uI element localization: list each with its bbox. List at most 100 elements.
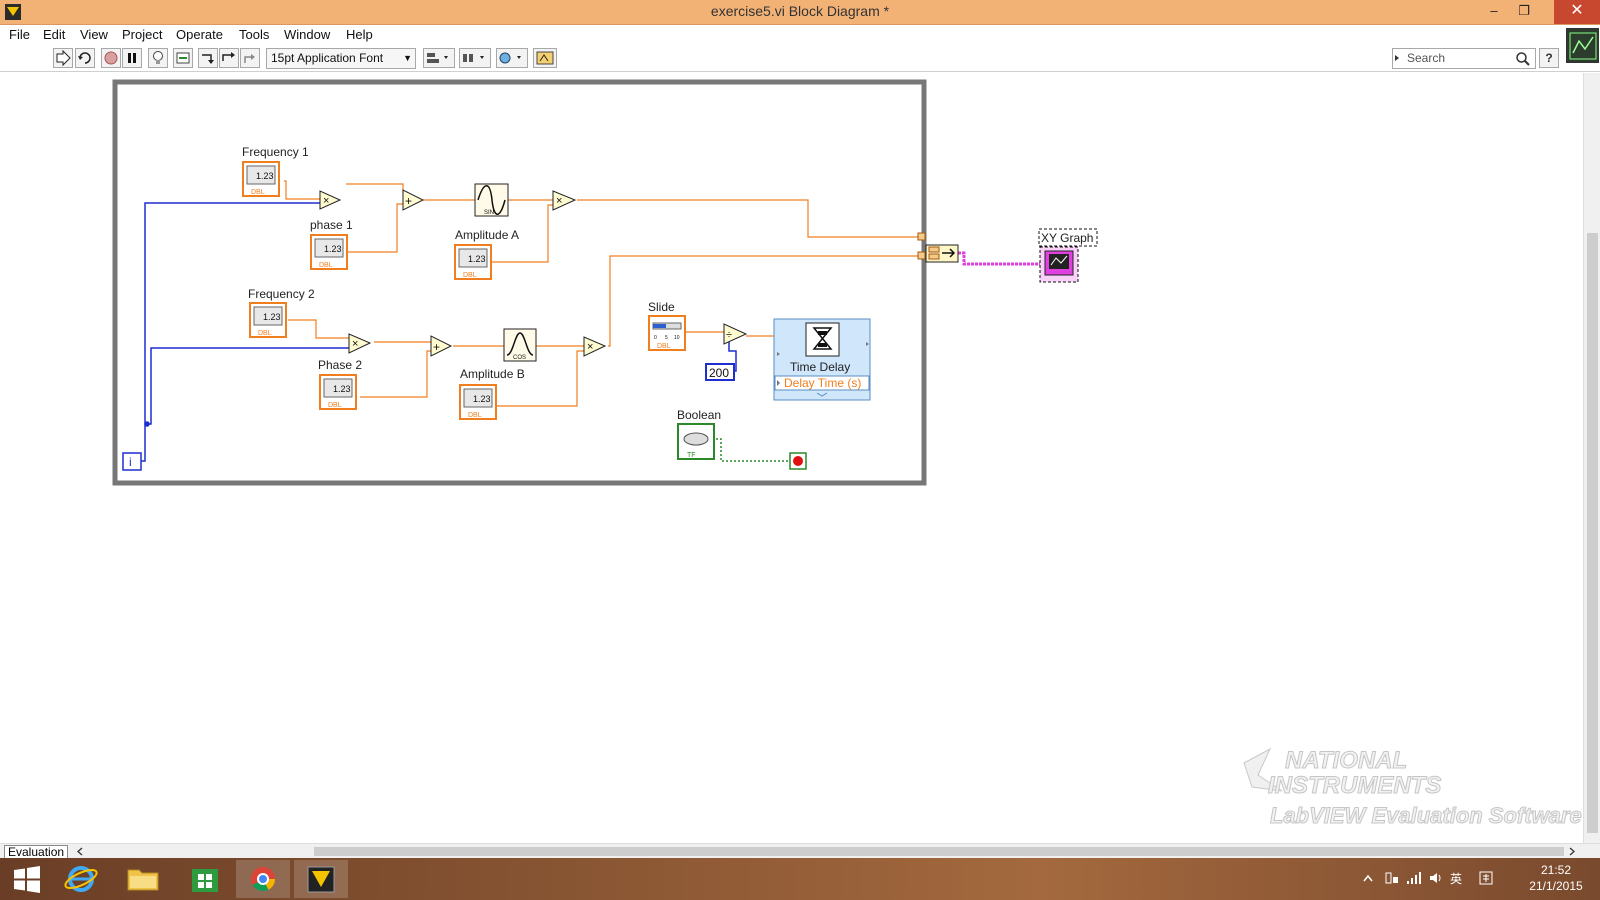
taskbar-internet-explorer[interactable] bbox=[54, 860, 108, 898]
integer-wires[interactable] bbox=[141, 202, 737, 462]
menu-file[interactable]: File bbox=[9, 27, 30, 42]
watermark-line2: INSTRUMENTS bbox=[1268, 772, 1441, 799]
multiply-node[interactable]: × bbox=[348, 333, 372, 354]
windows-logo-icon bbox=[14, 866, 40, 893]
font-selector[interactable]: 15pt Application Font ▼ bbox=[266, 48, 416, 69]
horizontal-scroll-thumb[interactable] bbox=[314, 847, 1564, 856]
search-icon[interactable] bbox=[1515, 51, 1531, 67]
store-icon bbox=[192, 869, 218, 892]
amplitudeB-terminal[interactable]: Amplitude B 1.23 DBL bbox=[459, 367, 525, 420]
internet-explorer-icon bbox=[64, 866, 98, 892]
tray-expand-icon[interactable] bbox=[1363, 874, 1373, 882]
add-node[interactable]: + bbox=[430, 335, 453, 357]
menu-window[interactable]: Window bbox=[284, 27, 330, 42]
toolbar: 15pt Application Font ▼ Search ? bbox=[0, 45, 1600, 72]
multiply-node[interactable]: × bbox=[583, 336, 607, 357]
menu-tools[interactable]: Tools bbox=[239, 27, 269, 42]
step-out-button[interactable] bbox=[240, 48, 260, 68]
divide-node[interactable]: ÷ bbox=[723, 323, 748, 345]
slide-terminal[interactable]: Slide 0 5 10 DBL bbox=[648, 300, 686, 351]
taskbar-labview[interactable] bbox=[294, 860, 348, 898]
vertical-scrollbar[interactable] bbox=[1583, 73, 1600, 843]
step-over-button[interactable] bbox=[219, 48, 239, 68]
cluster-wire[interactable] bbox=[958, 251, 1042, 266]
frequency1-terminal[interactable]: Frequency 1 1.23 DBL bbox=[242, 145, 309, 197]
xy-graph-label: XY Graph bbox=[1041, 231, 1093, 245]
boolean-wire[interactable] bbox=[716, 438, 790, 462]
step-into-button[interactable] bbox=[198, 48, 218, 68]
menu-view[interactable]: View bbox=[80, 27, 108, 42]
block-diagram: NATIONAL INSTRUMENTS LabVIEW Evaluation … bbox=[112, 79, 1582, 829]
taskbar-chrome[interactable] bbox=[236, 860, 290, 898]
constant-200[interactable]: 200 bbox=[705, 363, 735, 381]
multiply-node[interactable]: × bbox=[552, 190, 577, 211]
menu-edit[interactable]: Edit bbox=[43, 27, 65, 42]
menu-operate[interactable]: Operate bbox=[176, 27, 223, 42]
multiply-node[interactable]: × bbox=[319, 190, 342, 210]
taskbar-store[interactable] bbox=[178, 860, 232, 898]
search-input[interactable]: Search bbox=[1392, 48, 1536, 69]
ime-indicator[interactable]: 英 bbox=[1450, 870, 1462, 887]
volume-icon[interactable] bbox=[1428, 871, 1444, 885]
loop-tunnel[interactable] bbox=[917, 232, 926, 241]
phase2-label: Phase 2 bbox=[318, 358, 362, 372]
loop-tunnel[interactable] bbox=[917, 251, 926, 260]
bundle-node[interactable] bbox=[925, 244, 959, 263]
pause-button[interactable] bbox=[122, 48, 142, 68]
loop-condition-terminal[interactable] bbox=[789, 452, 807, 470]
ni-watermark: NATIONAL INSTRUMENTS LabVIEW Evaluation … bbox=[1243, 747, 1582, 829]
title-bar: exercise5.vi Block Diagram * – ❐ ✕ bbox=[0, 0, 1600, 25]
scroll-right-icon[interactable] bbox=[1568, 847, 1576, 856]
multiply-symbol: × bbox=[587, 341, 593, 353]
clock-time: 21:52 bbox=[1540, 863, 1572, 877]
minimize-button[interactable]: – bbox=[1479, 0, 1509, 24]
status-row: Evaluation bbox=[0, 843, 1600, 859]
cosine-function[interactable]: COS bbox=[503, 328, 537, 362]
amplitudeA-terminal[interactable]: Amplitude A 1.23 DBL bbox=[454, 228, 519, 280]
restore-button[interactable]: ❐ bbox=[1509, 0, 1539, 24]
slide-scale-min: 0 bbox=[654, 335, 657, 341]
phase2-terminal[interactable]: Phase 2 1.23 DBL bbox=[318, 358, 362, 410]
while-loop[interactable] bbox=[112, 79, 927, 486]
constant-value: 200 bbox=[709, 366, 729, 380]
run-arrow-icon bbox=[56, 49, 71, 67]
vi-connector-icon[interactable] bbox=[1566, 28, 1599, 63]
network-status-icon[interactable] bbox=[1384, 871, 1400, 885]
evaluation-tab[interactable]: Evaluation bbox=[4, 845, 69, 859]
start-button[interactable] bbox=[0, 860, 54, 898]
signal-icon[interactable] bbox=[1406, 871, 1422, 885]
time-delay-express-vi[interactable]: Time Delay Delay Time (s) bbox=[773, 318, 871, 401]
amplitudeA-label: Amplitude A bbox=[455, 228, 519, 242]
add-node[interactable]: + bbox=[402, 189, 425, 211]
align-objects-button[interactable] bbox=[423, 48, 455, 68]
reorder-button[interactable] bbox=[496, 48, 528, 68]
boolean-terminal[interactable]: Boolean TF bbox=[677, 408, 721, 460]
step-over-icon bbox=[222, 52, 235, 61]
run-continuously-button[interactable] bbox=[75, 48, 95, 68]
folder-icon bbox=[127, 869, 159, 891]
iteration-terminal[interactable]: i bbox=[122, 452, 142, 471]
xy-graph-terminal[interactable]: XY Graph bbox=[1038, 228, 1098, 283]
phase1-terminal[interactable]: phase 1 1.23 DBL bbox=[310, 218, 353, 270]
menu-project[interactable]: Project bbox=[122, 27, 162, 42]
search-placeholder: Search bbox=[1407, 51, 1446, 65]
taskbar-file-explorer[interactable] bbox=[116, 860, 170, 898]
highlight-execution-button[interactable] bbox=[148, 48, 168, 68]
sine-function[interactable]: SIN bbox=[474, 183, 509, 217]
retain-wire-values-button[interactable] bbox=[173, 48, 193, 68]
frequency2-terminal[interactable]: Frequency 2 1.23 DBL bbox=[248, 287, 315, 338]
add-symbol: + bbox=[433, 340, 440, 354]
context-help-button[interactable]: ? bbox=[1539, 48, 1559, 68]
abort-button[interactable] bbox=[101, 48, 121, 68]
menu-help[interactable]: Help bbox=[346, 27, 373, 42]
scroll-left-icon[interactable] bbox=[76, 847, 84, 856]
close-button[interactable]: ✕ bbox=[1554, 0, 1600, 24]
taskbar-clock[interactable]: 21:52 21/1/2015 bbox=[1516, 862, 1596, 894]
cleanup-icon bbox=[536, 51, 554, 65]
distribute-objects-button[interactable] bbox=[459, 48, 491, 68]
run-button[interactable] bbox=[53, 48, 73, 68]
cleanup-diagram-button[interactable] bbox=[533, 48, 557, 68]
vertical-scroll-thumb[interactable] bbox=[1587, 233, 1598, 833]
ime-pad-icon[interactable] bbox=[1478, 870, 1494, 886]
time-delay-label: Time Delay bbox=[790, 360, 850, 374]
